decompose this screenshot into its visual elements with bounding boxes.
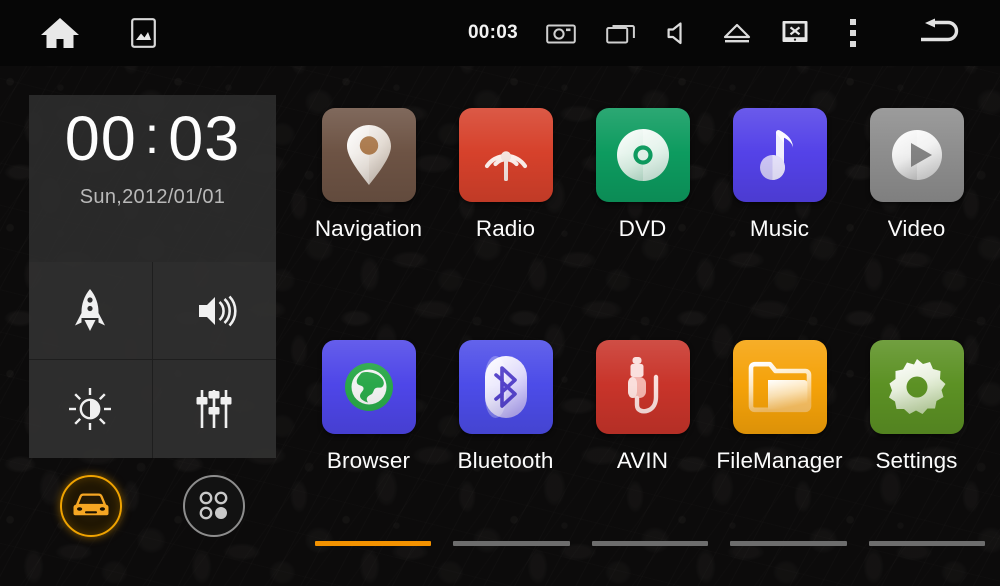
status-bar: 00:03 [0,0,1000,66]
bluetooth-icon [478,354,534,420]
eject-icon[interactable] [714,0,760,66]
left-panel: 00 : 03 Sun,2012/01/01 [29,95,276,462]
screen-off-icon[interactable] [772,0,818,66]
page-dot[interactable] [868,541,986,546]
boost-toggle[interactable] [29,262,153,360]
clock-time: 00 : 03 [64,104,241,174]
app-icon-tile[interactable] [732,108,827,202]
clock-separator: : [144,106,161,165]
app-grid: Navigation Radio DVD Music Video Browser… [300,100,1000,520]
mute-icon[interactable] [656,0,702,66]
status-bar-clock: 00:03 [467,22,519,43]
app-music[interactable]: Music [711,108,848,283]
app-icon-tile[interactable] [458,108,553,202]
home-icon[interactable] [30,0,90,66]
app-video[interactable]: Video [848,108,985,283]
clock-hours: 00 [64,104,137,174]
volume-icon [190,291,238,331]
app-icon-tile[interactable] [732,340,827,434]
wallpaper-icon[interactable] [118,0,168,66]
app-label: Bluetooth [457,450,554,473]
back-icon[interactable] [908,0,970,66]
equalizer-icon [193,387,235,431]
app-icon-tile[interactable] [869,108,964,202]
mode-buttons [29,466,276,546]
radio-waves-icon [475,124,537,186]
gear-icon [886,356,948,418]
apps-grid-icon [197,489,231,523]
brightness-icon [67,386,113,432]
page-dot[interactable] [591,541,709,546]
quick-toggle-grid [29,262,276,458]
app-settings[interactable]: Settings [848,340,985,515]
car-icon [71,492,111,520]
volume-toggle[interactable] [152,262,276,360]
av-plug-icon [616,355,670,419]
app-label: Radio [475,218,536,241]
car-button[interactable] [59,475,122,537]
page-indicator [315,541,986,551]
app-icon-tile[interactable] [458,340,553,434]
app-label: DVD [618,218,667,241]
map-pin-icon [343,123,395,187]
music-note-icon [751,123,809,187]
app-row-1: Navigation Radio DVD Music Video [300,108,1000,283]
page-dot[interactable] [730,541,847,546]
app-avin[interactable]: AVIN [574,340,711,515]
app-label: Browser [326,450,411,473]
apps-button[interactable] [183,475,246,537]
app-label: AVIN [616,450,669,473]
app-dvd[interactable]: DVD [574,108,711,283]
page-dot[interactable] [453,541,570,546]
overflow-menu-icon[interactable] [833,0,873,66]
app-icon-tile[interactable] [321,340,416,434]
app-label: FileManager [716,450,843,473]
equalizer-toggle[interactable] [153,360,277,458]
recents-icon[interactable] [598,0,644,66]
folder-icon [748,360,812,414]
app-label: Navigation [314,218,423,241]
globe-icon [338,356,400,418]
page-dot[interactable] [315,541,432,546]
app-radio[interactable]: Radio [437,108,574,283]
app-label: Video [887,218,946,241]
disc-icon [612,124,674,186]
clock-date: Sun,2012/01/01 [79,186,226,209]
clock-widget[interactable]: 00 : 03 Sun,2012/01/01 [29,95,276,262]
app-filemanager[interactable]: FileManager [711,340,848,515]
app-label: Settings [875,450,958,473]
app-icon-tile[interactable] [869,340,964,434]
rocket-icon [72,287,108,335]
app-bluetooth[interactable]: Bluetooth [437,340,574,515]
app-icon-tile[interactable] [321,108,416,202]
screenshot-icon[interactable] [538,0,584,66]
brightness-toggle[interactable] [29,360,153,458]
clock-minutes: 03 [168,104,241,174]
app-navigation[interactable]: Navigation [300,108,437,283]
app-icon-tile[interactable] [595,340,690,434]
app-label: Music [749,218,810,241]
app-browser[interactable]: Browser [300,340,437,515]
app-icon-tile[interactable] [595,108,690,202]
play-circle-icon [886,124,948,186]
app-row-2: Browser Bluetooth AVIN FileManager Setti… [300,340,1000,515]
